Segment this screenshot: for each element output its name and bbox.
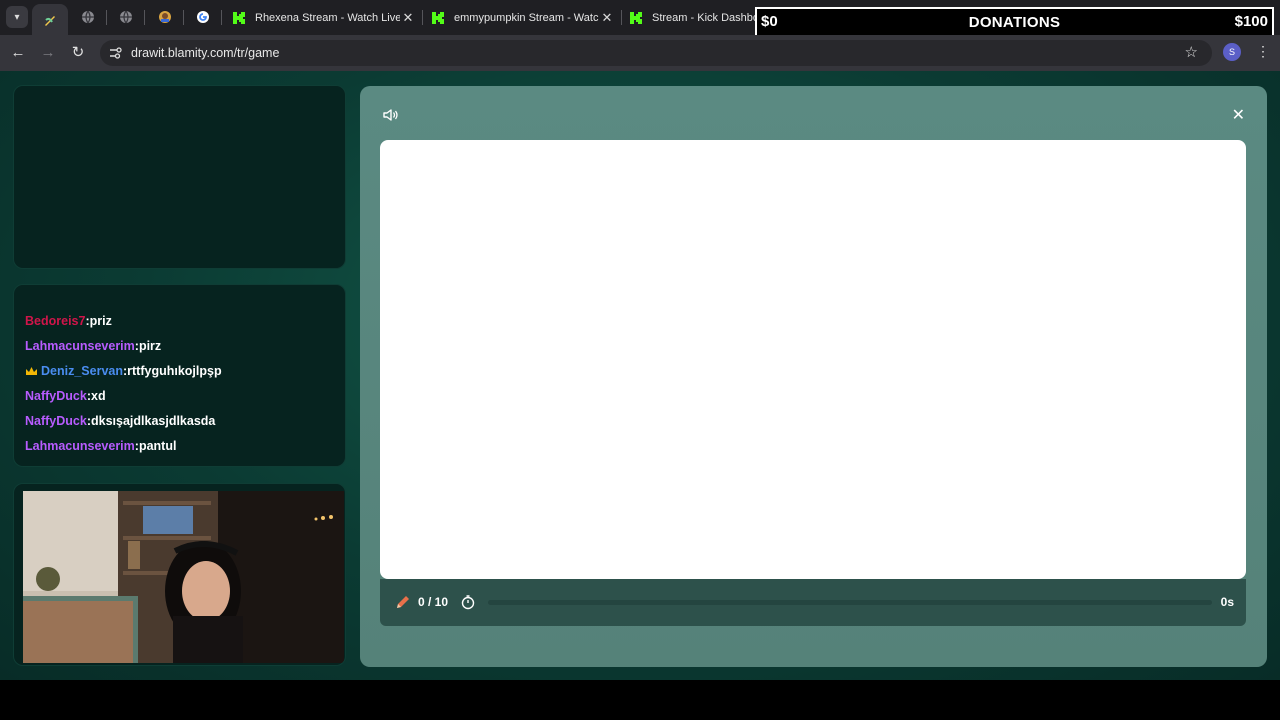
pinned-tab-globe-2[interactable] [115,7,137,27]
timer-seconds: 0s [1220,595,1234,609]
tab-title: emmypumpkin Stream - Watch Live on Kick [454,11,599,24]
tab-emmypumpkin[interactable]: emmypumpkin Stream - Watch Live on Kick … [425,4,623,31]
chat-message: Lahmacunseverim:pirz [25,339,340,364]
google-icon [197,11,209,23]
chat-text: :pirz [134,339,162,353]
webcam-feed [23,491,344,663]
tab-separator [183,10,184,25]
game-page: Bedoreis7:priz Lahmacunseverim:pirz Deniz_… [0,71,1280,680]
bookmark-star-icon[interactable]: ☆ [1185,43,1198,61]
pinned-tab-avatar[interactable] [154,7,176,27]
pinned-tab-drawit[interactable] [32,4,68,35]
chat-message: NaffyDuck:xd [25,389,340,414]
donations-overlay: $0 DONATIONS $100 [755,7,1274,37]
pinned-tab-globe-1[interactable] [77,7,99,27]
tab-separator [144,10,145,25]
donations-max: $100 [1234,13,1268,30]
kick-favicon-icon [630,11,642,24]
tab-search-button[interactable]: ▾ [6,6,28,28]
chat-username[interactable]: NaffyDuck [25,414,87,428]
chat-panel: Bedoreis7:priz Lahmacunseverim:pirz Deniz_… [13,284,346,467]
tab-title: Rhexena Stream - Watch Live on Kick [255,11,400,24]
chat-text: :priz [85,314,112,328]
close-icon[interactable]: ✕ [1232,105,1245,125]
chat-username[interactable]: Bedoreis7 [25,314,85,328]
chat-text: :dksışajdlkasjdlkasda [86,414,216,428]
chat-list: Bedoreis7:priz Lahmacunseverim:pirz Deniz_… [25,314,340,464]
chat-text: :xd [86,389,106,403]
tab-separator [621,10,622,25]
stopwatch-icon [461,595,475,610]
browser-toolbar: ← → ↻ drawit.blamity.com/tr/game ☆ [0,35,1280,71]
chat-message-partial: ▬▬▬▬▬ ▬ ▬ [25,462,119,466]
drawit-favicon-icon [45,15,55,26]
speaker-icon[interactable] [381,106,399,124]
round-counter: 0 / 10 [418,595,449,609]
address-bar[interactable]: drawit.blamity.com/tr/game ☆ [100,40,1212,66]
pencil-icon [397,596,409,608]
webcam-panel [13,483,346,666]
profile-avatar[interactable]: S [1223,43,1241,61]
donations-title: DONATIONS [968,14,1061,31]
tab-close-icon[interactable]: ✕ [599,10,615,26]
webcam-image [23,491,344,663]
drawing-canvas[interactable] [380,140,1246,579]
chat-message: Bedoreis7:priz [25,314,340,339]
tab-separator [221,10,222,25]
tab-separator [106,10,107,25]
chat-text: :pantul [134,439,177,453]
url-text: drawit.blamity.com/tr/game [131,46,280,60]
pinned-tab-google[interactable] [192,7,214,27]
tab-rhexena[interactable]: Rhexena Stream - Watch Live on Kick ✕ [226,4,424,31]
chat-text: :rttfyguhıkojlpşp [122,364,222,378]
back-arrow-icon[interactable]: ← [7,42,29,64]
drawing-game-panel: ✕ 0 / 10 0s [360,86,1267,667]
forward-arrow-icon[interactable]: → [37,42,59,64]
globe-icon [82,10,94,24]
chat-message: NaffyDuck:dksışajdlkasjdlkasda [25,414,340,439]
drawing-status-bar: 0 / 10 0s [380,579,1246,626]
tab-separator [422,10,423,25]
kick-favicon-icon [233,11,245,24]
chat-message: Lahmacunseverim:pantul [25,439,340,464]
tab-close-icon[interactable]: ✕ [400,10,416,26]
chat-username[interactable]: Deniz_Servan [41,364,123,378]
globe-icon [120,10,132,24]
chat-username[interactable]: Lahmacunseverim [25,439,135,453]
site-settings-icon[interactable] [108,46,122,60]
chat-message: Deniz_Servan:rttfyguhıkojlpşp [25,364,340,389]
avatar-favicon-icon [159,11,171,23]
chat-username[interactable]: NaffyDuck [25,389,87,403]
reload-icon[interactable]: ↻ [67,42,89,64]
kick-favicon-icon [432,11,444,24]
video-panel [13,85,346,269]
browser-menu-icon[interactable]: ⋮ [1256,43,1270,60]
taskbar-area [0,680,1280,720]
chat-username[interactable]: Lahmacunseverim [25,339,135,353]
timer-progress-bar [488,600,1212,605]
crown-icon [26,367,37,375]
